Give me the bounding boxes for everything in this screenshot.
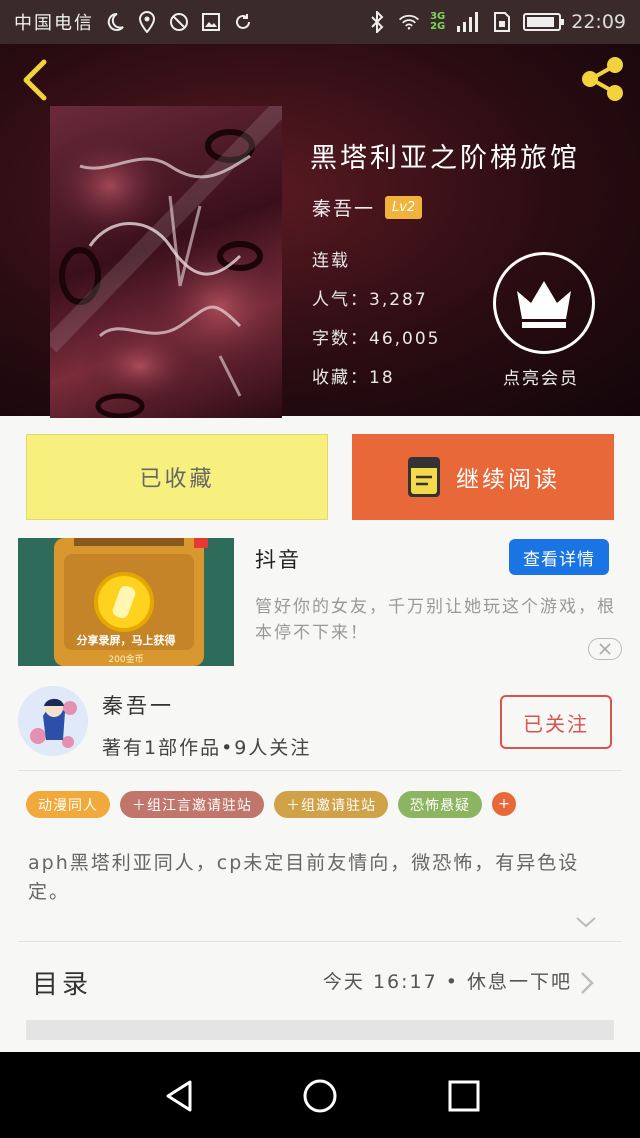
share-button[interactable] [578, 54, 628, 104]
tag-item[interactable]: ＋组邀请驻站 [274, 791, 388, 818]
book-title: 黑塔利亚之阶梯旅馆 [310, 143, 580, 174]
expand-button[interactable] [575, 914, 597, 930]
ad-image[interactable]: 分享录屏，马上获得 200金币 [18, 538, 234, 666]
ad-title: 抖音 [255, 548, 301, 572]
tag-list: 动漫同人 ＋组江言邀请驻站 ＋组邀请驻站 恐怖悬疑 + [26, 791, 516, 818]
wifi-icon [398, 11, 420, 33]
book-author-line: 秦吾一 Lv2 [312, 194, 423, 221]
ad-image-sub: 200金币 [108, 655, 144, 665]
back-button[interactable] [18, 58, 52, 102]
no-disturb-icon [168, 11, 190, 33]
square-recents-icon [448, 1080, 480, 1112]
serial-status: 连载 [312, 251, 350, 271]
section-separator [26, 1020, 614, 1040]
moon-icon [104, 11, 126, 33]
share-icon [582, 57, 623, 101]
popularity: 人气：3,287 [312, 290, 428, 310]
crown-icon [517, 281, 571, 328]
nav-back-button[interactable] [160, 1076, 200, 1116]
book-author[interactable]: 秦吾一 [312, 194, 375, 221]
triangle-back-icon [166, 1080, 192, 1112]
nav-recents-button[interactable] [444, 1076, 484, 1116]
sync-icon [232, 11, 254, 33]
author-stats: 著有1部作品•9人关注 [102, 737, 312, 759]
author-name[interactable]: 秦吾一 [102, 690, 174, 720]
collected-label: 已收藏 [139, 467, 215, 492]
level-badge: Lv2 [385, 196, 423, 219]
favorite-count: 收藏：18 [312, 368, 395, 388]
close-icon [599, 643, 611, 655]
ad-description: 管好你的女友，千万别让她玩这个游戏，根本停不下来！ [255, 597, 616, 643]
add-tag-button[interactable]: + [492, 792, 516, 816]
ad-detail-label: 查看详情 [523, 549, 595, 570]
back-arrow-icon [23, 59, 47, 101]
follow-label: 已关注 [523, 711, 589, 736]
ad-image-caption: 分享录屏，马上获得 [76, 634, 176, 647]
latest-chapter: 今天 16:17 • 休息一下吧 [322, 971, 572, 993]
author-avatar[interactable] [18, 686, 88, 756]
vip-button[interactable] [493, 252, 595, 354]
clock: 22:09 [571, 11, 626, 33]
image-icon [200, 11, 222, 33]
book-icon [408, 457, 440, 497]
continue-reading-label: 继续阅读 [456, 467, 560, 493]
nav-home-button[interactable] [300, 1076, 340, 1116]
vip-label: 点亮会员 [503, 369, 579, 389]
location-icon [136, 11, 158, 33]
tag-item[interactable]: ＋组江言邀请驻站 [120, 791, 264, 818]
follow-button[interactable]: 已关注 [500, 695, 612, 749]
book-cover[interactable] [50, 106, 282, 418]
tag-item[interactable]: 恐怖悬疑 [398, 791, 482, 818]
divider [18, 770, 622, 771]
book-description: aph黑塔利亚同人，cp未定目前友情向，微恐怖，有异色设定。 [28, 852, 580, 903]
circle-home-icon [303, 1079, 337, 1113]
collected-button[interactable]: 已收藏 [26, 434, 328, 520]
signal-icon [455, 11, 481, 33]
divider [18, 941, 622, 942]
chevron-down-icon [576, 917, 596, 928]
continue-reading-button[interactable]: 继续阅读 [352, 434, 614, 520]
carrier-label: 中国电信 [14, 13, 94, 34]
network-type: 3G 2G [430, 11, 446, 32]
system-nav-bar [0, 1052, 640, 1138]
bluetooth-icon [366, 11, 388, 33]
ad-close-button[interactable] [588, 638, 622, 660]
word-count: 字数：46,005 [312, 329, 441, 349]
ad-detail-button[interactable]: 查看详情 [509, 539, 609, 575]
status-bar: 中国电信 3G 2G 22:09 [0, 0, 640, 44]
sim-icon [491, 11, 513, 33]
chevron-right-icon [578, 970, 596, 996]
battery-icon [523, 13, 565, 31]
book-header: 黑塔利亚之阶梯旅馆 秦吾一 Lv2 连载 人气：3,287 字数：46,005 … [0, 44, 640, 418]
tag-item[interactable]: 动漫同人 [26, 791, 110, 818]
toc-label: 目录 [32, 970, 93, 1000]
cover-artwork [50, 106, 282, 418]
